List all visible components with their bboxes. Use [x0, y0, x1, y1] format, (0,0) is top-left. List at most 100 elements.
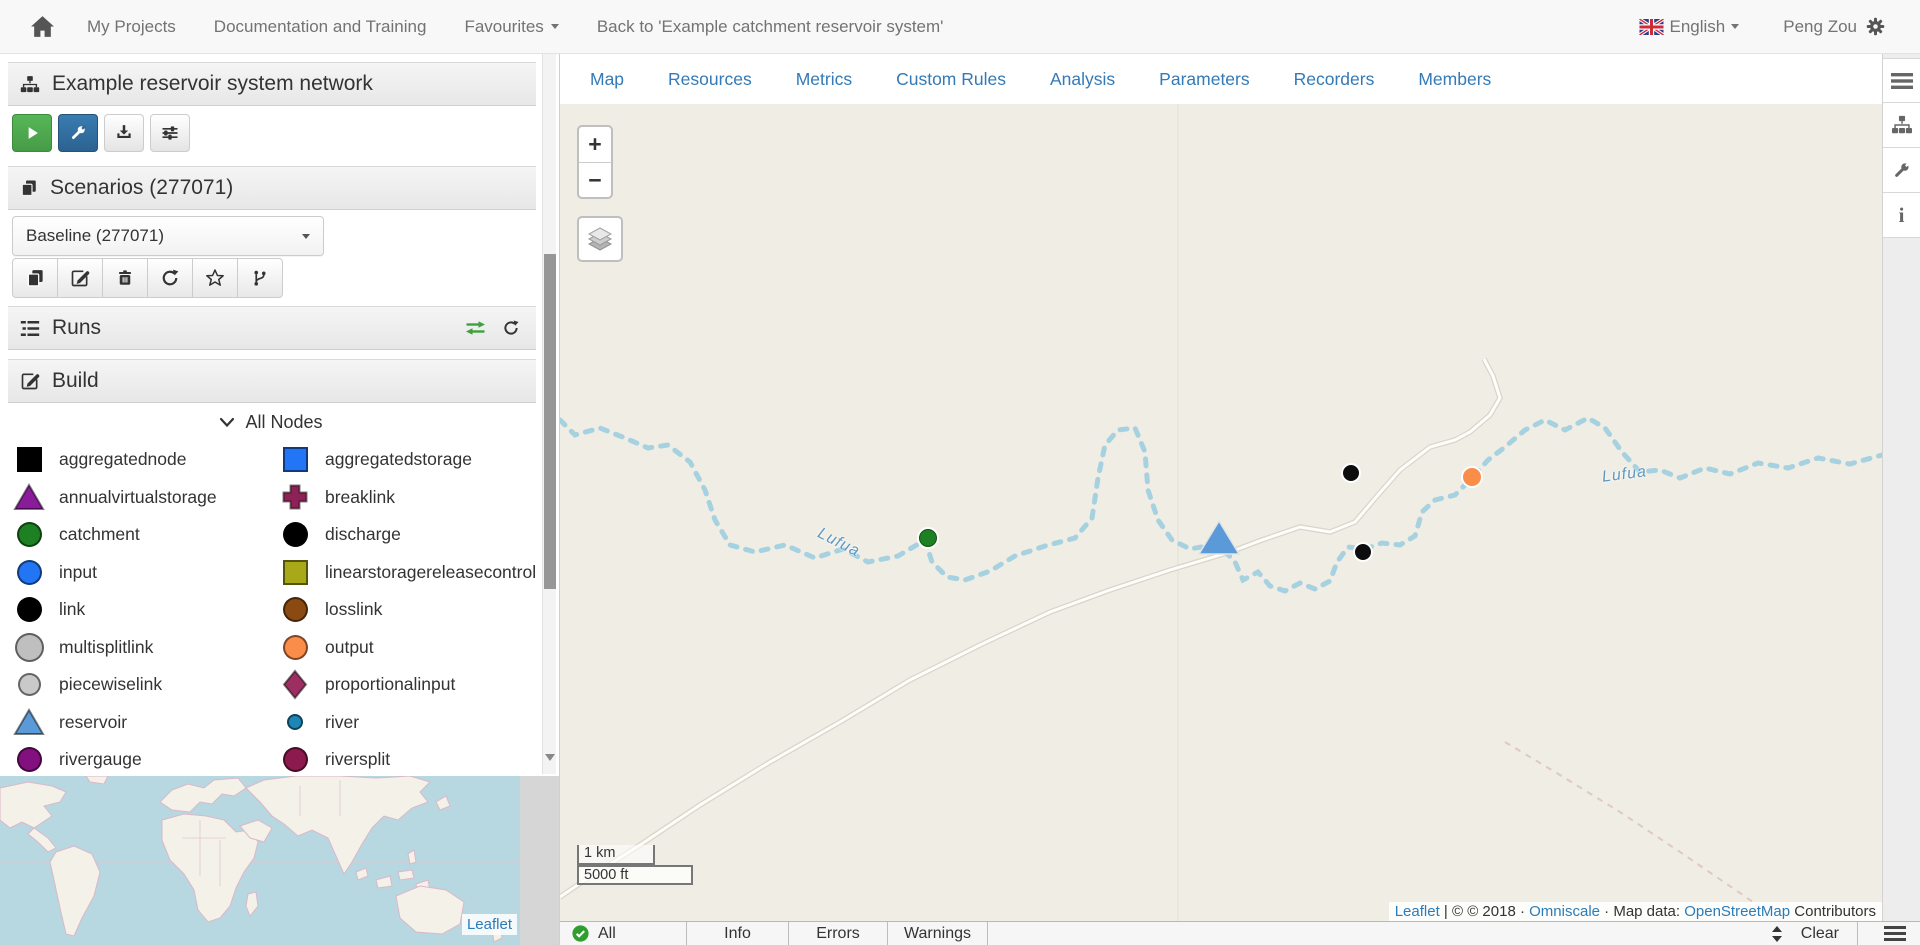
zoom-in-button[interactable]: +: [579, 127, 611, 162]
filter-label: Errors: [816, 925, 860, 943]
download-icon: [114, 123, 134, 143]
network-header: Example reservoir system network: [8, 62, 536, 106]
info-panel-button[interactable]: i: [1883, 193, 1920, 238]
nav-link[interactable]: My Projects: [87, 17, 176, 37]
tab-custom-rules[interactable]: Custom Rules: [896, 69, 1006, 90]
tab-analysis[interactable]: Analysis: [1050, 69, 1115, 90]
copy-icon: [26, 268, 45, 288]
tab-recorders[interactable]: Recorders: [1294, 69, 1375, 90]
node-type-discharge[interactable]: discharge: [278, 516, 542, 554]
refresh-scenario-button[interactable]: [147, 258, 193, 298]
top-navbar: My Projects Documentation and Training Fav…: [0, 0, 1920, 54]
clone-scenario-button[interactable]: [12, 258, 58, 298]
node-type-label: reservoir: [59, 712, 127, 733]
compare-runs-icon[interactable]: [463, 318, 488, 338]
clear-log-button[interactable]: Clear: [1801, 925, 1839, 943]
zoom-out-button[interactable]: −: [579, 162, 611, 197]
runs-title: Runs: [52, 316, 101, 340]
riversplit-symbol-icon: [278, 747, 312, 772]
log-filter-info[interactable]: Info: [687, 922, 789, 945]
node-type-riversplit[interactable]: riversplit: [278, 741, 542, 779]
node-type-linearstoragereleasecontrol[interactable]: linearstoragereleasecontrol: [278, 554, 542, 592]
reservoir-symbol-icon: [12, 708, 46, 736]
edit-scenario-button[interactable]: [57, 258, 103, 298]
overview-minimap[interactable]: Leaflet: [0, 776, 520, 945]
node-type-label: riversplit: [325, 749, 390, 770]
node-type-rivergauge[interactable]: rivergauge: [12, 741, 278, 779]
node-type-annualvirtualstorage[interactable]: annualvirtualstorage: [12, 479, 278, 517]
info-icon: i: [1899, 203, 1905, 228]
navbar-right: English Peng Zou: [1639, 16, 1887, 37]
catchment-node-marker[interactable]: [919, 529, 937, 547]
link-node-marker[interactable]: [1343, 465, 1359, 481]
node-type-breaklink[interactable]: breaklink: [278, 479, 542, 517]
menu-panel-button[interactable]: [1883, 58, 1920, 103]
river-symbol-icon: [278, 714, 312, 730]
app-body: Example reservoir system network: [0, 54, 1920, 945]
favourite-scenario-button[interactable]: [192, 258, 238, 298]
filter-label: Warnings: [904, 925, 971, 943]
tab-members[interactable]: Members: [1418, 69, 1491, 90]
tools-panel-button[interactable]: [1883, 148, 1920, 193]
node-type-piecewiselink[interactable]: piecewiselink: [12, 666, 278, 704]
scenarios-header: Scenarios (277071): [8, 166, 536, 210]
node-type-reservoir[interactable]: reservoir: [12, 704, 278, 742]
sidebar-scrollbar[interactable]: [542, 54, 556, 774]
sort-icon[interactable]: [1771, 925, 1783, 943]
node-type-losslink[interactable]: losslink: [278, 591, 542, 629]
scrollbar-thumb[interactable]: [544, 254, 556, 589]
tools-button[interactable]: [58, 114, 98, 152]
user-menu[interactable]: Peng Zou: [1783, 16, 1886, 37]
node-type-output[interactable]: output: [278, 629, 542, 667]
refresh-runs-icon[interactable]: [502, 319, 520, 337]
home-icon[interactable]: [30, 15, 55, 38]
language-selector[interactable]: English: [1639, 17, 1740, 37]
node-type-link[interactable]: link: [12, 591, 278, 629]
map-canvas[interactable]: LufuaLufua + − 1 km 5000 ft Leaflet | © …: [560, 104, 1882, 921]
node-type-catchment[interactable]: catchment: [12, 516, 278, 554]
log-filter-warnings[interactable]: Warnings: [888, 922, 988, 945]
star-icon: [205, 268, 225, 288]
attribution-link[interactable]: OpenStreetMap: [1684, 903, 1790, 920]
settings-button[interactable]: [150, 114, 190, 152]
tab-parameters[interactable]: Parameters: [1159, 69, 1249, 90]
link-node-marker[interactable]: [1355, 544, 1371, 560]
node-type-aggregatednode[interactable]: aggregatednode: [12, 441, 278, 479]
download-button[interactable]: [104, 114, 144, 152]
reservoir-node-marker[interactable]: [1198, 520, 1240, 555]
network-tree-button[interactable]: [1883, 103, 1920, 148]
delete-scenario-button[interactable]: [102, 258, 148, 298]
leaflet-attribution-link[interactable]: Leaflet: [462, 914, 517, 935]
tab-map[interactable]: Map: [590, 69, 624, 90]
branch-scenario-button[interactable]: [237, 258, 283, 298]
output-node-marker[interactable]: [1463, 468, 1481, 486]
log-filter-errors[interactable]: Errors: [789, 922, 888, 945]
attribution-link[interactable]: Leaflet: [1395, 903, 1440, 920]
scenario-select[interactable]: Baseline (277071): [12, 216, 324, 256]
nav-link[interactable]: Favourites: [464, 17, 558, 37]
tab-metrics[interactable]: Metrics: [796, 69, 852, 90]
build-header: Build: [8, 359, 536, 403]
tab-resources[interactable]: Resources: [668, 69, 752, 90]
all-nodes-toggle[interactable]: All Nodes: [0, 406, 542, 438]
zoom-control: + −: [577, 125, 613, 199]
layers-icon: [586, 226, 614, 252]
node-type-aggregatedstorage[interactable]: aggregatedstorage: [278, 441, 542, 479]
node-type-multisplitlink[interactable]: multisplitlink: [12, 629, 278, 667]
scrollbar-down-arrow[interactable]: [545, 754, 555, 761]
node-type-input[interactable]: input: [12, 554, 278, 592]
node-type-proportionalinput[interactable]: proportionalinput: [278, 666, 542, 704]
nav-link[interactable]: Back to 'Example catchment reservoir sys…: [597, 17, 944, 37]
attribution-link[interactable]: Omniscale: [1529, 903, 1600, 920]
node-type-label: breaklink: [325, 487, 395, 508]
node-type-label: annualvirtualstorage: [59, 487, 217, 508]
log-menu-button[interactable]: [1876, 926, 1914, 941]
log-filter-all[interactable]: All: [560, 922, 687, 945]
nav-link[interactable]: Documentation and Training: [214, 17, 427, 37]
hamburger-icon: [1891, 73, 1913, 89]
run-button[interactable]: [12, 114, 52, 152]
layers-control[interactable]: [577, 216, 623, 262]
edit-square-icon: [20, 371, 40, 391]
node-type-river[interactable]: river: [278, 704, 542, 742]
filter-label: All: [598, 925, 616, 943]
